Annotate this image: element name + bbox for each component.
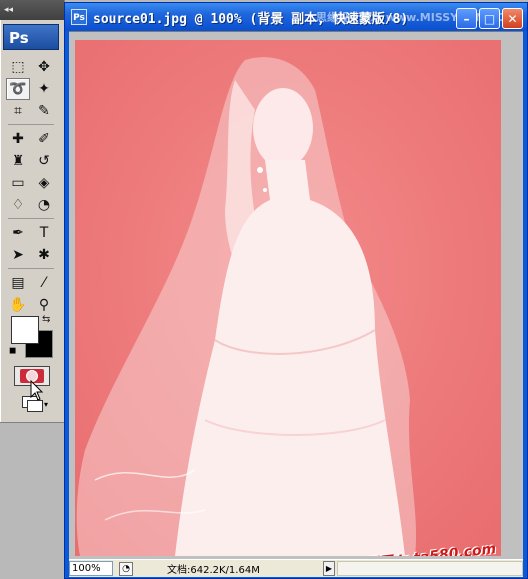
- maximize-button[interactable]: □: [479, 8, 500, 29]
- pen-tool[interactable]: ✒: [6, 222, 30, 244]
- document-window: Ps source01.jpg @ 100% (背景 副本, 快速蒙版/8) 思…: [64, 2, 528, 579]
- zoom-tool[interactable]: ⚲: [32, 294, 56, 316]
- lasso-tool[interactable]: ➰: [6, 78, 30, 100]
- status-bar: 100% ◔ 文档:642.2K/1.64M ▶: [69, 559, 523, 577]
- paint-bucket-tool[interactable]: ◈: [32, 172, 56, 194]
- clone-stamp-tool[interactable]: ♜: [6, 150, 30, 172]
- eyedropper-tool[interactable]: ⁄: [32, 272, 56, 294]
- swap-colors-icon[interactable]: ⇆: [42, 314, 50, 325]
- ps-document-icon: Ps: [71, 9, 87, 25]
- tools-palette: ◂◂ Ps ⬚ ✥ ➰ ✦ ⌗ ✎ ✚ ✐ ♜ ↺ ▭ ◈ ♢ ◔ ✒ T ➤ ✱ ▤ ⁄ ✋ ⚲ ⇆ ◼ ▾: [0, 0, 65, 423]
- type-tool[interactable]: T: [32, 222, 56, 244]
- move-tool[interactable]: ✥: [32, 56, 56, 78]
- image-canvas[interactable]: PS教程网 tata580.com: [75, 40, 501, 556]
- minimize-button[interactable]: –: [456, 8, 477, 29]
- close-button[interactable]: ✕: [502, 8, 523, 29]
- slice-tool[interactable]: ✎: [32, 100, 56, 122]
- brush-tool[interactable]: ✐: [32, 128, 56, 150]
- screen-mode-caret-icon: ▾: [44, 400, 49, 409]
- healing-brush-tool[interactable]: ✚: [6, 128, 30, 150]
- palette-grip[interactable]: ◂◂: [0, 0, 64, 20]
- status-menu-arrow-icon[interactable]: ▶: [323, 561, 335, 576]
- canvas-area: PS教程网 tata580.com: [69, 31, 523, 559]
- bride-photo-quick-mask: [75, 40, 501, 556]
- custom-shape-tool[interactable]: ✱: [32, 244, 56, 266]
- document-titlebar[interactable]: Ps source01.jpg @ 100% (背景 副本, 快速蒙版/8) 思…: [65, 3, 527, 31]
- marquee-tool[interactable]: ⬚: [6, 56, 30, 78]
- blur-tool[interactable]: ♢: [6, 194, 30, 216]
- eraser-tool[interactable]: ▭: [6, 172, 30, 194]
- window-controls: – □ ✕: [456, 8, 523, 29]
- mouse-cursor-icon: [30, 380, 44, 401]
- color-swatches: ⇆ ◼: [8, 314, 56, 360]
- tool-grid: ⬚ ✥ ➰ ✦ ⌗ ✎ ✚ ✐ ♜ ↺ ▭ ◈ ♢ ◔ ✒ T ➤ ✱ ▤ ⁄ ✋ ⚲: [6, 56, 58, 316]
- foreground-color-swatch[interactable]: [11, 316, 39, 344]
- zoom-level-field[interactable]: 100%: [69, 561, 113, 576]
- magic-wand-tool[interactable]: ✦: [32, 78, 56, 100]
- photoshop-logo[interactable]: Ps: [3, 24, 59, 50]
- horizontal-scrollbar[interactable]: [337, 561, 523, 576]
- dodge-tool[interactable]: ◔: [32, 194, 56, 216]
- crop-tool[interactable]: ⌗: [6, 100, 30, 122]
- status-options-icon[interactable]: ◔: [119, 561, 133, 576]
- hand-tool[interactable]: ✋: [6, 294, 30, 316]
- document-size-info: 文档:642.2K/1.64M: [167, 565, 260, 576]
- default-colors-icon[interactable]: ◼: [9, 346, 16, 356]
- path-selection-tool[interactable]: ➤: [6, 244, 30, 266]
- history-brush-tool[interactable]: ↺: [32, 150, 56, 172]
- notes-tool[interactable]: ▤: [6, 272, 30, 294]
